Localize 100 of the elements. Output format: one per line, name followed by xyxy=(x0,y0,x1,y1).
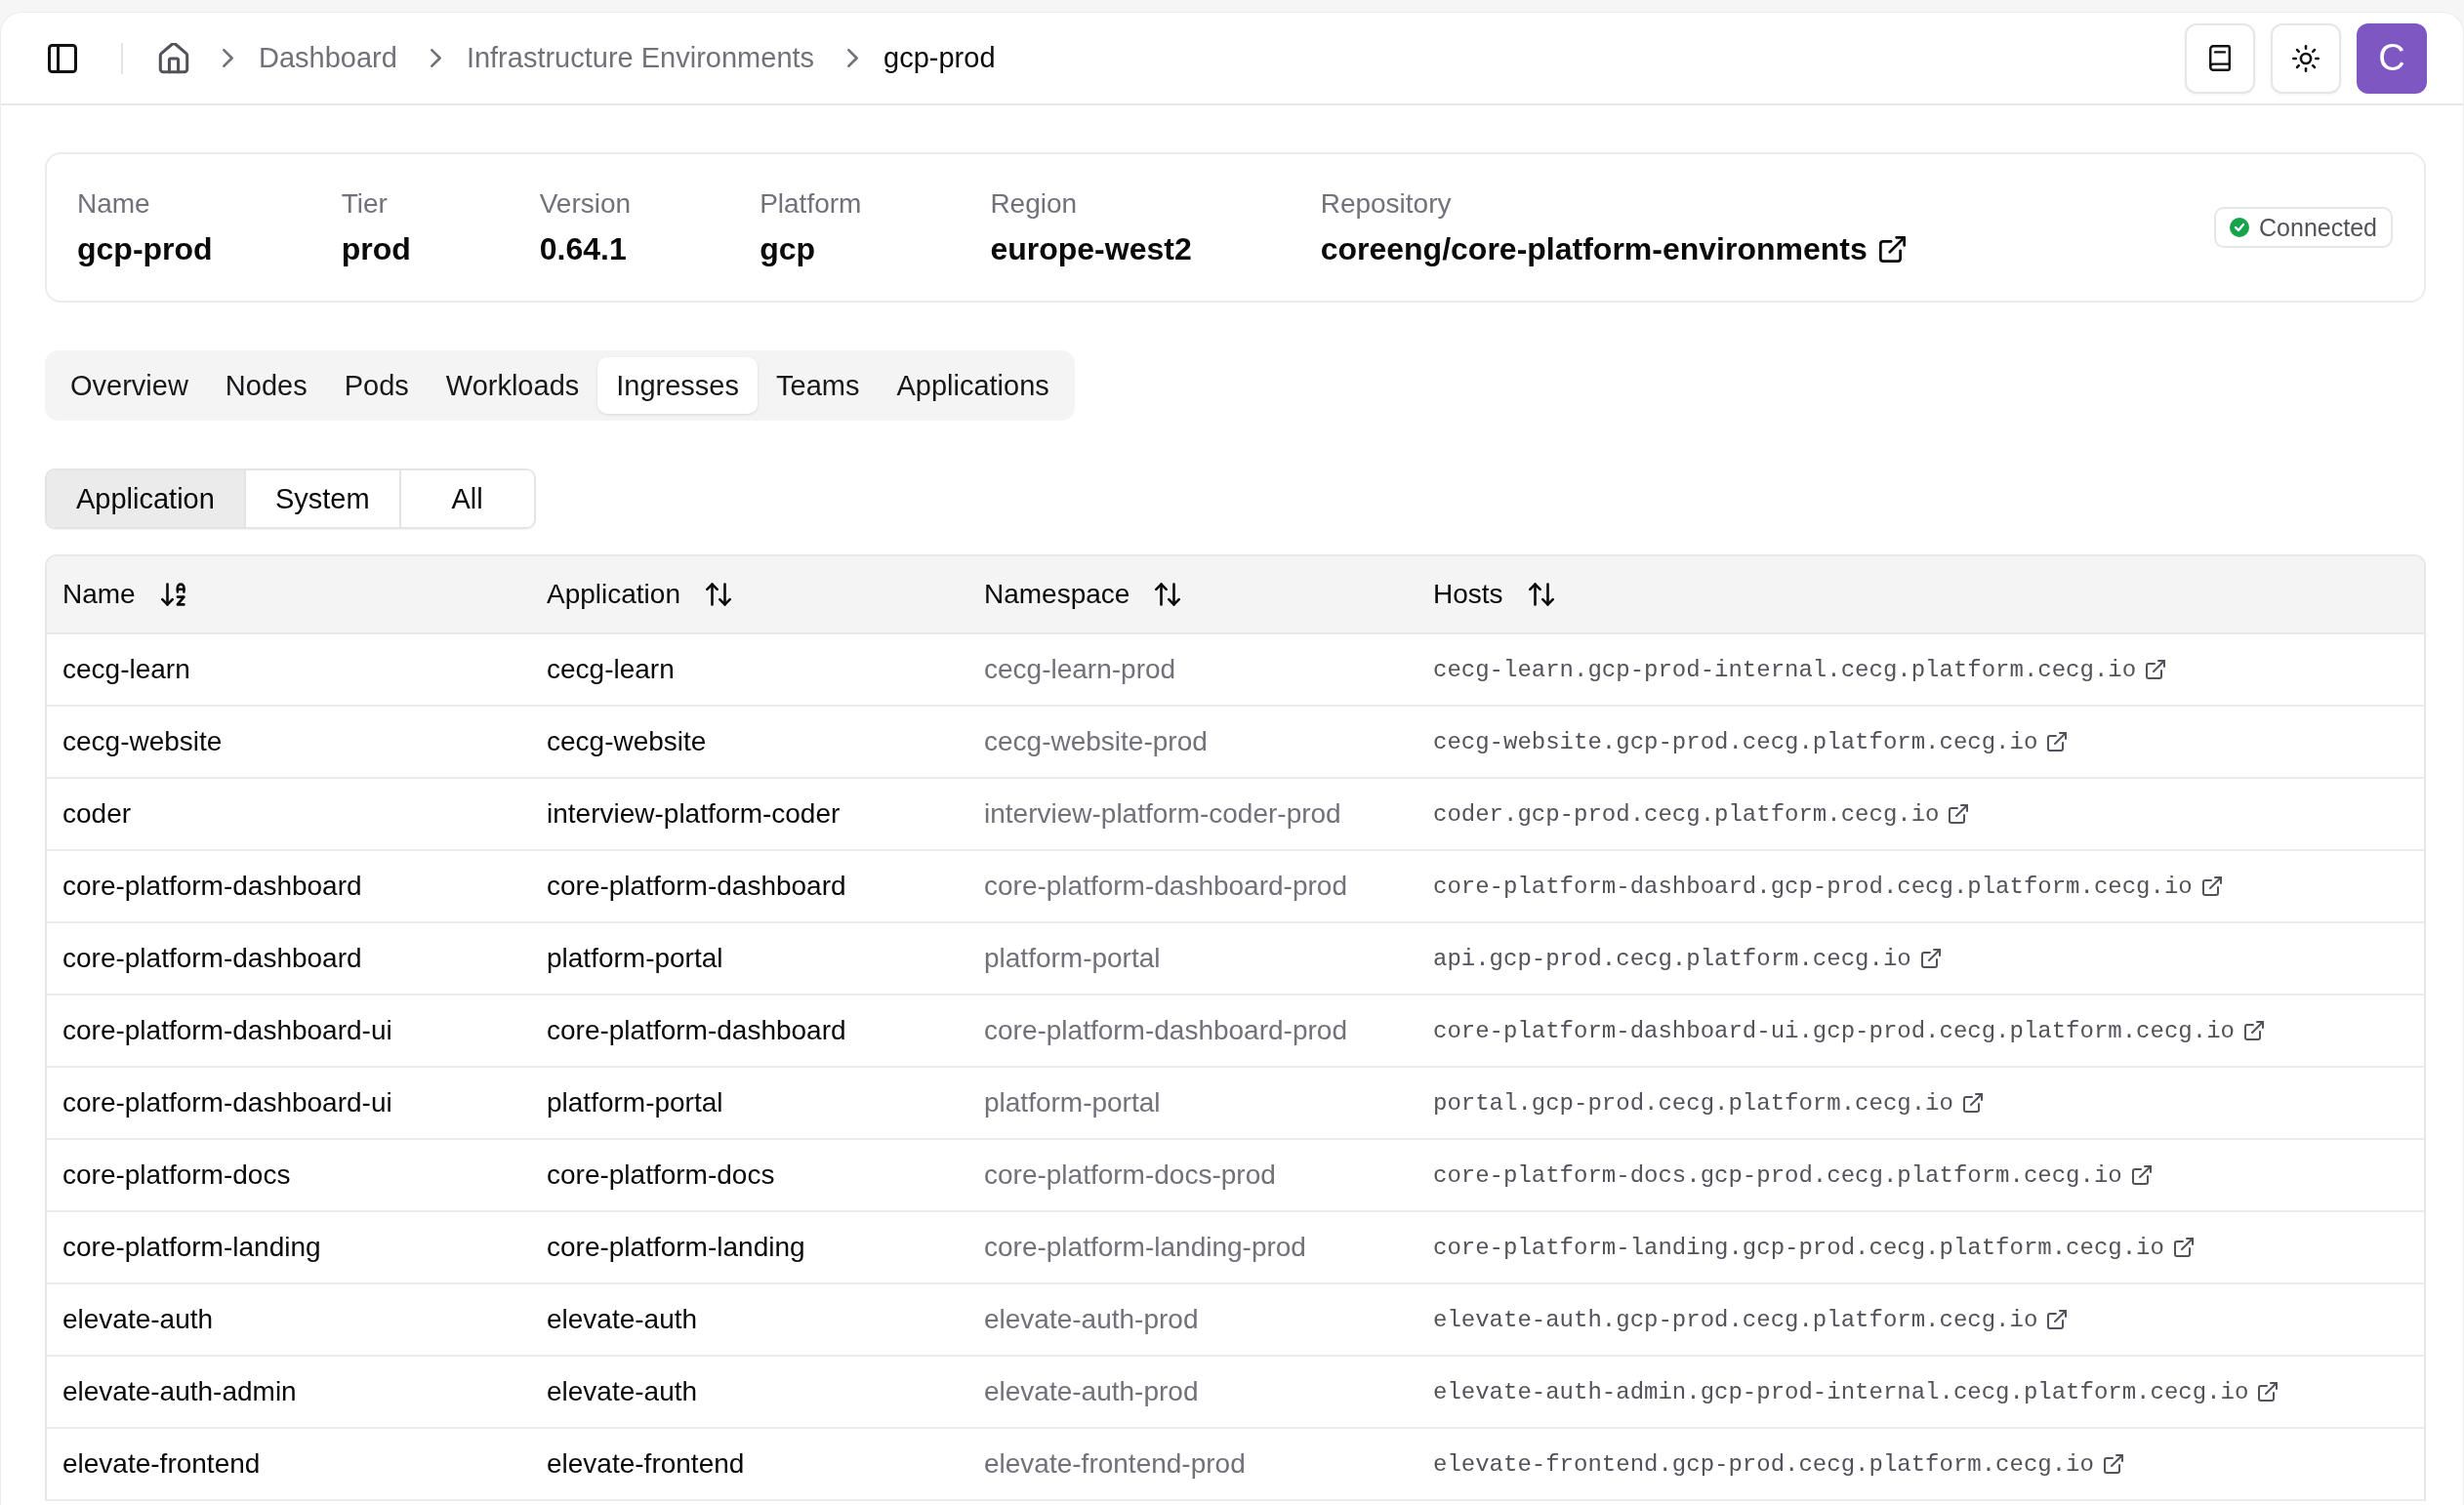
external-link-icon xyxy=(1878,235,1906,263)
tab[interactable]: Pods xyxy=(325,357,428,414)
host-link[interactable]: core-platform-dashboard-ui.gcp-prod.cecg.platform.cecg.io xyxy=(1433,1017,2264,1044)
external-link-icon xyxy=(2243,1021,2264,1040)
tab[interactable]: Applications xyxy=(878,357,1068,414)
ingress-name: core-platform-dashboard xyxy=(62,943,362,974)
namespace-name: core-platform-dashboard-prod xyxy=(984,1015,1347,1046)
repository-link[interactable]: coreeng/core-platform-environments xyxy=(1320,229,1906,268)
field-value: gcp-prod xyxy=(77,230,213,268)
external-link-icon xyxy=(2146,660,2166,679)
host-link[interactable]: api.gcp-prod.cecg.platform.cecg.io xyxy=(1433,945,1941,972)
application-name: interview-platform-coder xyxy=(547,798,841,830)
column-header-button[interactable]: Hosts xyxy=(1433,579,1554,610)
ingress-name: coder xyxy=(62,798,132,830)
application-name: cecg-learn xyxy=(547,654,675,685)
application-name: core-platform-docs xyxy=(547,1159,775,1191)
ingress-name: elevate-frontend xyxy=(62,1448,261,1480)
external-link-icon xyxy=(2173,1238,2194,1257)
application-name: core-platform-landing xyxy=(547,1232,805,1263)
field-value: europe-west2 xyxy=(990,230,1192,268)
field-value: prod xyxy=(341,230,411,268)
filter-button[interactable]: Application xyxy=(47,470,244,527)
namespace-name: elevate-auth-prod xyxy=(984,1376,1199,1407)
sidebar-toggle-icon xyxy=(48,43,77,73)
application-name: platform-portal xyxy=(547,943,723,974)
chevron-right-icon xyxy=(847,49,859,67)
tab[interactable]: Ingresses xyxy=(597,357,758,414)
field-label: Platform xyxy=(760,187,862,221)
ingress-name: cecg-website xyxy=(62,726,223,757)
ingress-name: core-platform-dashboard-ui xyxy=(62,1087,392,1119)
external-link-icon xyxy=(1962,1093,1983,1113)
application-name: elevate-auth xyxy=(547,1376,698,1407)
home-icon xyxy=(158,42,189,74)
field-label: Version xyxy=(539,187,632,221)
external-link-icon xyxy=(2131,1165,2152,1185)
ingress-name: cecg-learn xyxy=(62,654,190,685)
namespace-name: cecg-website-prod xyxy=(984,726,1208,757)
host-link[interactable]: core-platform-docs.gcp-prod.cecg.platform.cecg.io xyxy=(1433,1161,2152,1189)
column-header-button[interactable]: Application xyxy=(547,579,731,610)
host-link[interactable]: elevate-auth-admin.gcp-prod-internal.cecg.platform.cecg.io xyxy=(1433,1378,2279,1405)
field-label: Name xyxy=(77,187,151,221)
application-name: cecg-website xyxy=(547,726,707,757)
ingress-name: elevate-auth xyxy=(62,1304,214,1335)
breadcrumb-link[interactable]: Infrastructure Environments xyxy=(466,42,815,74)
tab[interactable]: Workloads xyxy=(427,357,598,414)
tab[interactable]: Overview xyxy=(52,357,207,414)
status-label: Connected xyxy=(2259,213,2377,242)
external-link-icon xyxy=(1920,949,1941,968)
home-link[interactable] xyxy=(158,42,189,74)
sidebar-toggle-button[interactable] xyxy=(47,42,78,74)
host-link[interactable]: cecg-learn.gcp-prod-internal.cecg.platform.cecg.io xyxy=(1433,656,2166,683)
user-avatar-button[interactable]: C xyxy=(2357,22,2427,94)
application-name: elevate-frontend xyxy=(547,1448,745,1480)
host-link[interactable]: core-platform-landing.gcp-prod.cecg.platform.cecg.io xyxy=(1433,1234,2194,1261)
field-value: gcp xyxy=(760,230,817,268)
host-link[interactable]: elevate-auth.gcp-prod.cecg.platform.cecg.io xyxy=(1433,1306,2068,1333)
tab[interactable]: Nodes xyxy=(206,357,326,414)
application-name: core-platform-dashboard xyxy=(547,871,846,902)
theme-toggle-button[interactable] xyxy=(2271,22,2341,94)
docs-button[interactable] xyxy=(2185,22,2255,94)
application-name: elevate-auth xyxy=(547,1304,698,1335)
ingress-name: core-platform-landing xyxy=(62,1232,321,1263)
external-link-icon xyxy=(2047,1310,2068,1329)
application-name: core-platform-dashboard xyxy=(547,1015,846,1046)
external-link-icon xyxy=(2258,1382,2279,1402)
chevron-right-icon xyxy=(430,49,441,67)
namespace-name: core-platform-docs-prod xyxy=(984,1159,1276,1191)
sun-icon xyxy=(2292,44,2320,72)
external-link-icon xyxy=(2047,732,2068,752)
ingress-name: elevate-auth-admin xyxy=(62,1376,297,1407)
breadcrumb-current[interactable]: gcp-prod xyxy=(883,42,996,74)
breadcrumb-link[interactable]: Dashboard xyxy=(259,42,397,74)
external-link-icon xyxy=(2103,1454,2123,1474)
namespace-name: platform-portal xyxy=(984,943,1161,974)
field-label: Region xyxy=(990,187,1079,221)
field-label: Tier xyxy=(341,187,389,221)
chevron-right-icon xyxy=(223,49,233,67)
filter-button[interactable]: System xyxy=(243,470,399,527)
ingress-name: core-platform-dashboard xyxy=(62,871,362,902)
namespace-name: interview-platform-coder-prod xyxy=(984,798,1341,830)
namespace-name: cecg-learn-prod xyxy=(984,654,1176,685)
book-icon xyxy=(2209,45,2231,71)
host-link[interactable]: portal.gcp-prod.cecg.platform.cecg.io xyxy=(1433,1089,1983,1117)
external-link-icon xyxy=(1949,804,1969,824)
tab[interactable]: Teams xyxy=(758,357,879,414)
host-link[interactable]: core-platform-dashboard.gcp-prod.cecg.platform.cecg.io xyxy=(1433,873,2222,900)
external-link-icon xyxy=(2201,876,2222,896)
namespace-name: core-platform-dashboard-prod xyxy=(984,871,1347,902)
column-header-button[interactable]: Name xyxy=(62,579,186,610)
field-value: 0.64.1 xyxy=(539,230,628,268)
host-link[interactable]: cecg-website.gcp-prod.cecg.platform.cecg.io xyxy=(1433,728,2068,755)
ingress-name: core-platform-dashboard-ui xyxy=(62,1015,392,1046)
host-link[interactable]: elevate-frontend.gcp-prod.cecg.platform.cecg.io xyxy=(1433,1450,2123,1478)
filter-button[interactable]: All xyxy=(398,470,534,527)
ingress-name: core-platform-docs xyxy=(62,1159,291,1191)
namespace-name: platform-portal xyxy=(984,1087,1161,1119)
host-link[interactable]: coder.gcp-prod.cecg.platform.cecg.io xyxy=(1433,800,1969,828)
namespace-name: elevate-frontend-prod xyxy=(984,1448,1246,1480)
column-header-button[interactable]: Namespace xyxy=(984,579,1181,610)
field-label: Repository xyxy=(1320,187,1453,221)
